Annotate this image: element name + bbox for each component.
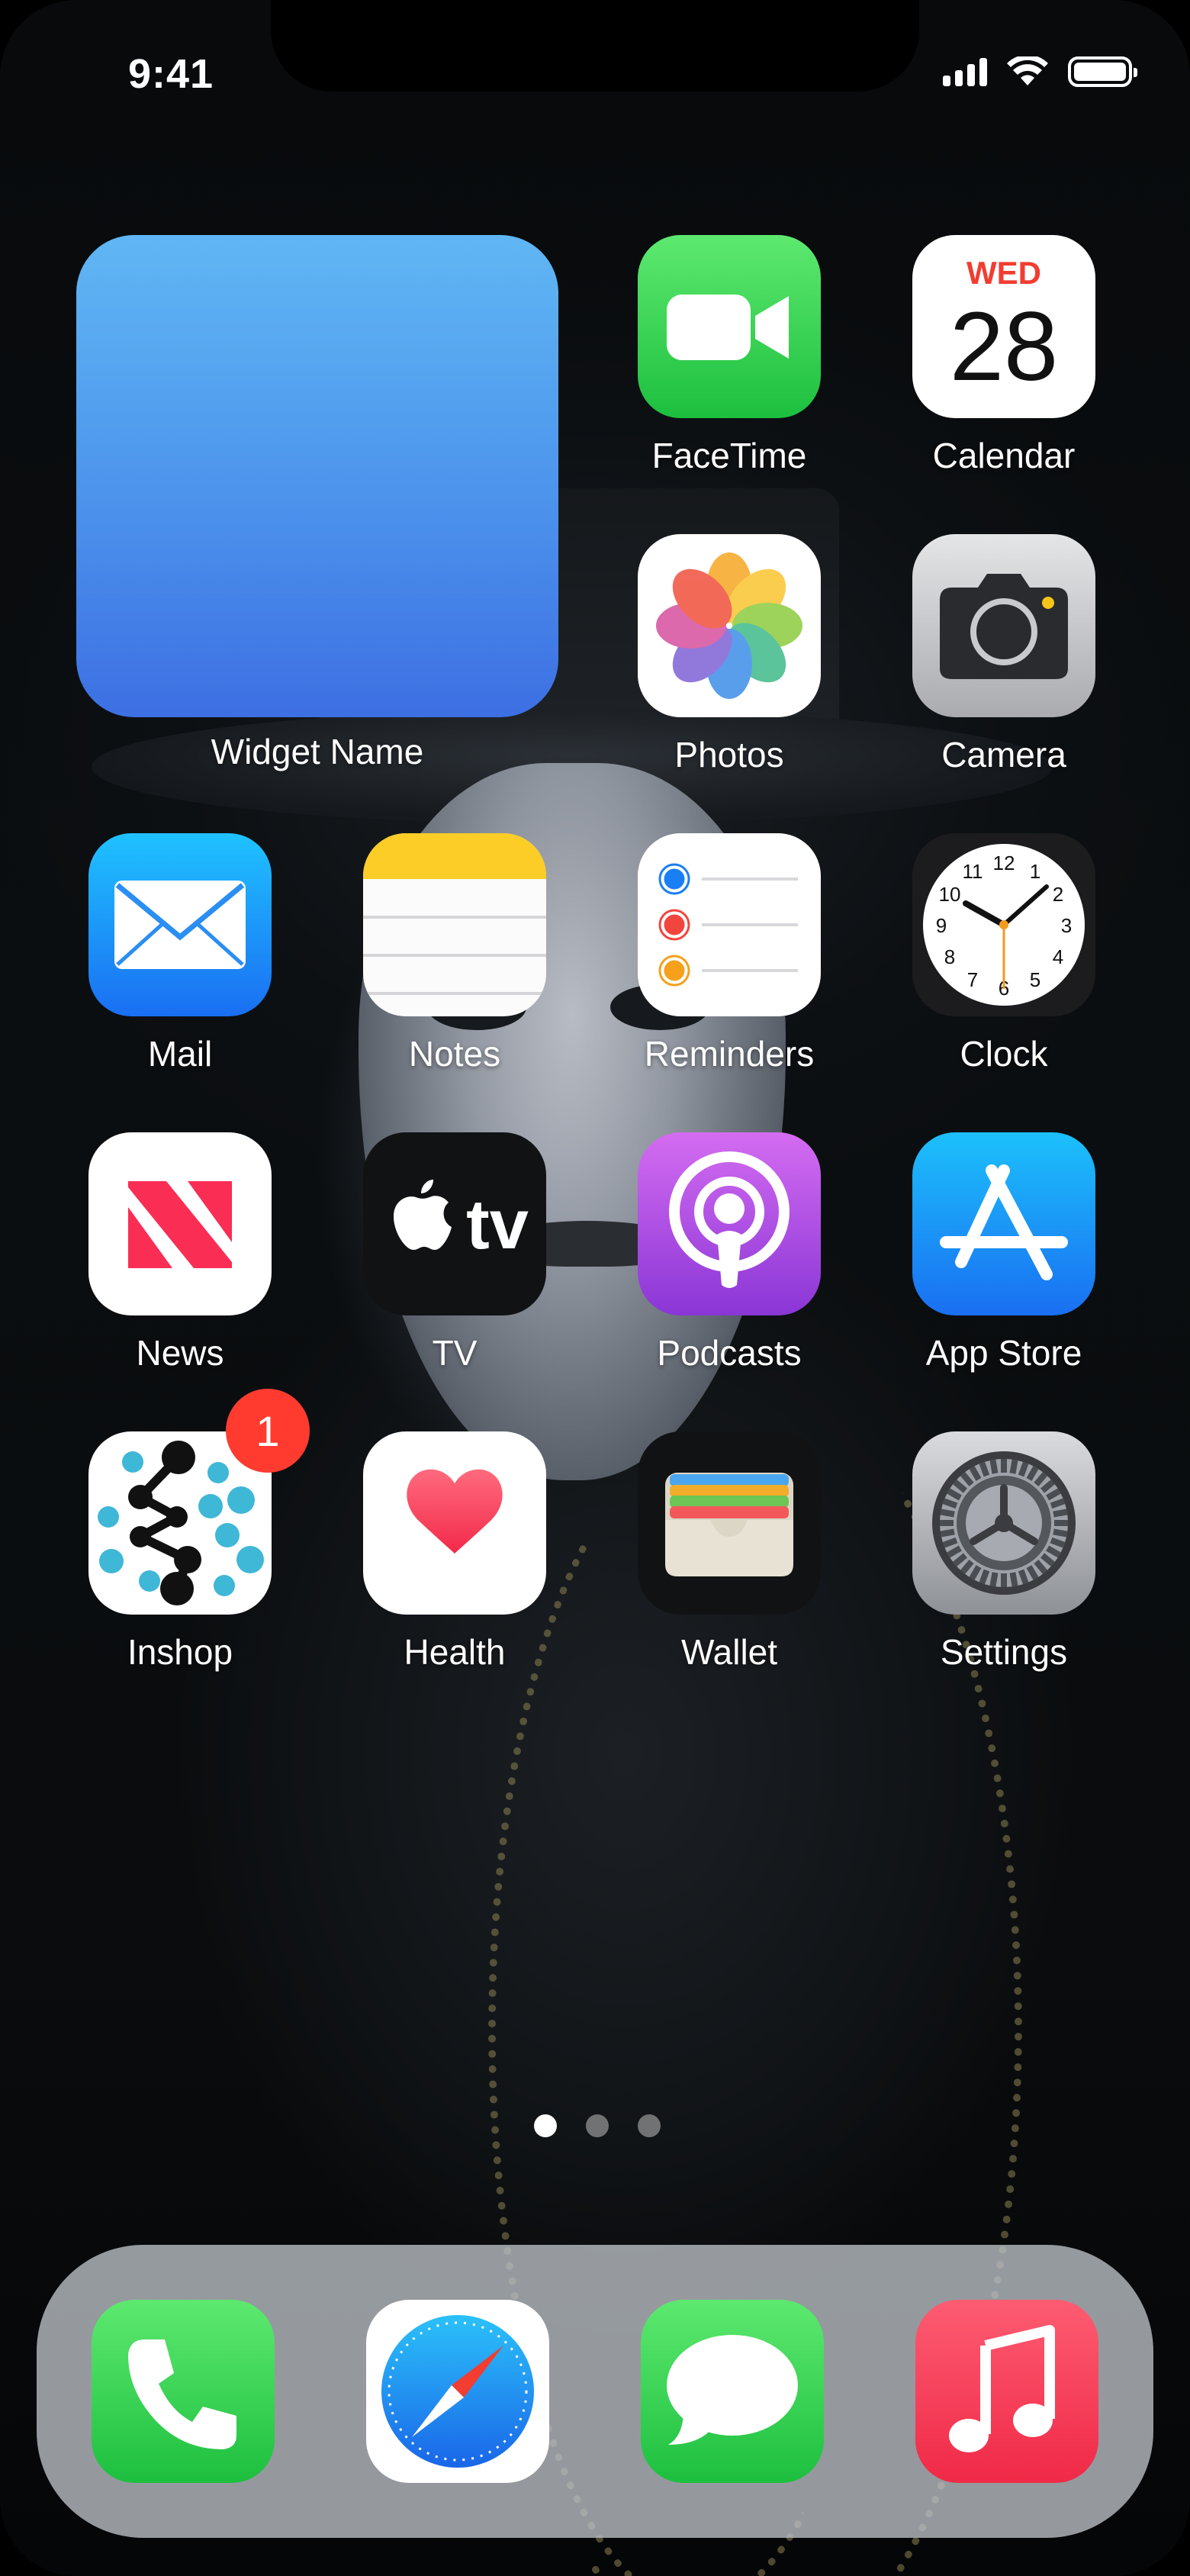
notes-app[interactable]: [363, 833, 546, 1016]
mail-app[interactable]: [88, 833, 272, 1016]
news-n-icon: [128, 1181, 232, 1268]
health-label: Health: [404, 1632, 506, 1672]
notification-badge: 1: [226, 1389, 310, 1473]
wallet-cards-icon: [665, 1473, 793, 1576]
news-app[interactable]: [88, 1132, 272, 1315]
camera-icon: [940, 574, 1068, 679]
clock-face-icon: 121234567891011: [923, 844, 1085, 1006]
checklist-icon: [658, 863, 798, 987]
podcasts-label: Podcasts: [657, 1333, 802, 1373]
reminders-app[interactable]: [638, 833, 821, 1016]
widget[interactable]: [76, 235, 558, 717]
mail-label: Mail: [147, 1034, 213, 1074]
inshop-label: Inshop: [127, 1632, 233, 1672]
facetime-app[interactable]: [638, 235, 821, 418]
clock-label: Clock: [960, 1034, 1048, 1074]
status-time: 9:41: [128, 51, 214, 97]
cellular-signal-icon: [943, 57, 987, 86]
calendar-label: Calendar: [932, 436, 1076, 475]
clock-numeral: 5: [1030, 968, 1040, 991]
status-icons: [943, 56, 1137, 87]
music-app[interactable]: [915, 2300, 1098, 2483]
clock-numeral: 1: [1030, 860, 1040, 883]
settings-label: Settings: [940, 1632, 1068, 1672]
podcasts-app[interactable]: [638, 1132, 821, 1315]
clock-app[interactable]: 121234567891011: [912, 833, 1095, 1016]
widget-label: Widget Name: [211, 732, 424, 771]
page-dot-1[interactable]: [534, 2114, 557, 2137]
notepad-icon: [363, 833, 546, 995]
page-dot-2[interactable]: [586, 2114, 609, 2137]
news-label: News: [136, 1333, 224, 1373]
calendar-app[interactable]: WED 28: [912, 235, 1095, 418]
wallet-app[interactable]: [638, 1431, 821, 1615]
apple-tv-icon: tv: [394, 1180, 529, 1264]
photos-flower-icon: [656, 552, 802, 699]
tv-logo-text: tv: [466, 1186, 529, 1264]
music-note-icon: [949, 2325, 1055, 2452]
envelope-icon: [114, 881, 246, 969]
gear-tooth: [1001, 1573, 1007, 1587]
safari-app[interactable]: [366, 2300, 549, 2483]
clock-numeral: 3: [1061, 914, 1072, 937]
clock-numeral: 7: [967, 968, 978, 991]
facetime-label: FaceTime: [651, 436, 807, 475]
page-dot-3[interactable]: [638, 2114, 661, 2137]
speech-bubble-icon: [667, 2335, 798, 2445]
app-store-app[interactable]: [912, 1132, 1095, 1315]
photos-app[interactable]: [638, 534, 821, 717]
tv-label: TV: [432, 1333, 478, 1373]
reminders-label: Reminders: [644, 1034, 815, 1074]
clock-numeral: 4: [1053, 945, 1063, 968]
heart-icon: [407, 1469, 503, 1554]
gear-tooth: [1001, 1459, 1007, 1473]
health-app[interactable]: [363, 1431, 546, 1615]
calendar-date: 28: [950, 292, 1058, 401]
clock-numeral: 10: [939, 883, 961, 906]
calendar-day: WED: [966, 255, 1041, 291]
wallet-label: Wallet: [680, 1632, 778, 1672]
app-store-label: App Store: [925, 1333, 1082, 1373]
page-indicator[interactable]: [534, 2114, 661, 2137]
phone-handset-icon: [128, 2339, 236, 2449]
camera-label: Camera: [941, 735, 1066, 774]
podcast-icon: [669, 1151, 790, 1288]
clock-numeral: 2: [1053, 883, 1063, 906]
clock-numeral: 8: [944, 945, 955, 968]
photos-label: Photos: [674, 735, 784, 774]
compass-icon: [381, 2315, 534, 2468]
messages-app[interactable]: [641, 2300, 824, 2483]
battery-icon: [1068, 56, 1137, 87]
wifi-icon: [1007, 56, 1048, 85]
clock-numeral: 9: [936, 914, 947, 937]
settings-app[interactable]: [912, 1431, 1095, 1615]
phone-app[interactable]: [92, 2300, 275, 2483]
video-camera-icon: [667, 295, 789, 360]
gear-tooth: [940, 1520, 954, 1526]
camera-app[interactable]: [912, 534, 1095, 717]
notch: [271, 0, 919, 92]
clock-numeral: 12: [993, 852, 1015, 874]
gear-icon: [932, 1451, 1076, 1595]
tv-app[interactable]: tv: [363, 1132, 546, 1315]
gear-tooth: [1054, 1520, 1068, 1526]
clock-numeral: 11: [963, 860, 983, 883]
home-screen: 9:41 Widget Name FaceTime WED 28 Calenda…: [0, 0, 1190, 2576]
app-store-a-icon: [940, 1164, 1068, 1280]
notes-label: Notes: [408, 1034, 501, 1074]
calendar-icon: WED 28: [950, 255, 1058, 401]
